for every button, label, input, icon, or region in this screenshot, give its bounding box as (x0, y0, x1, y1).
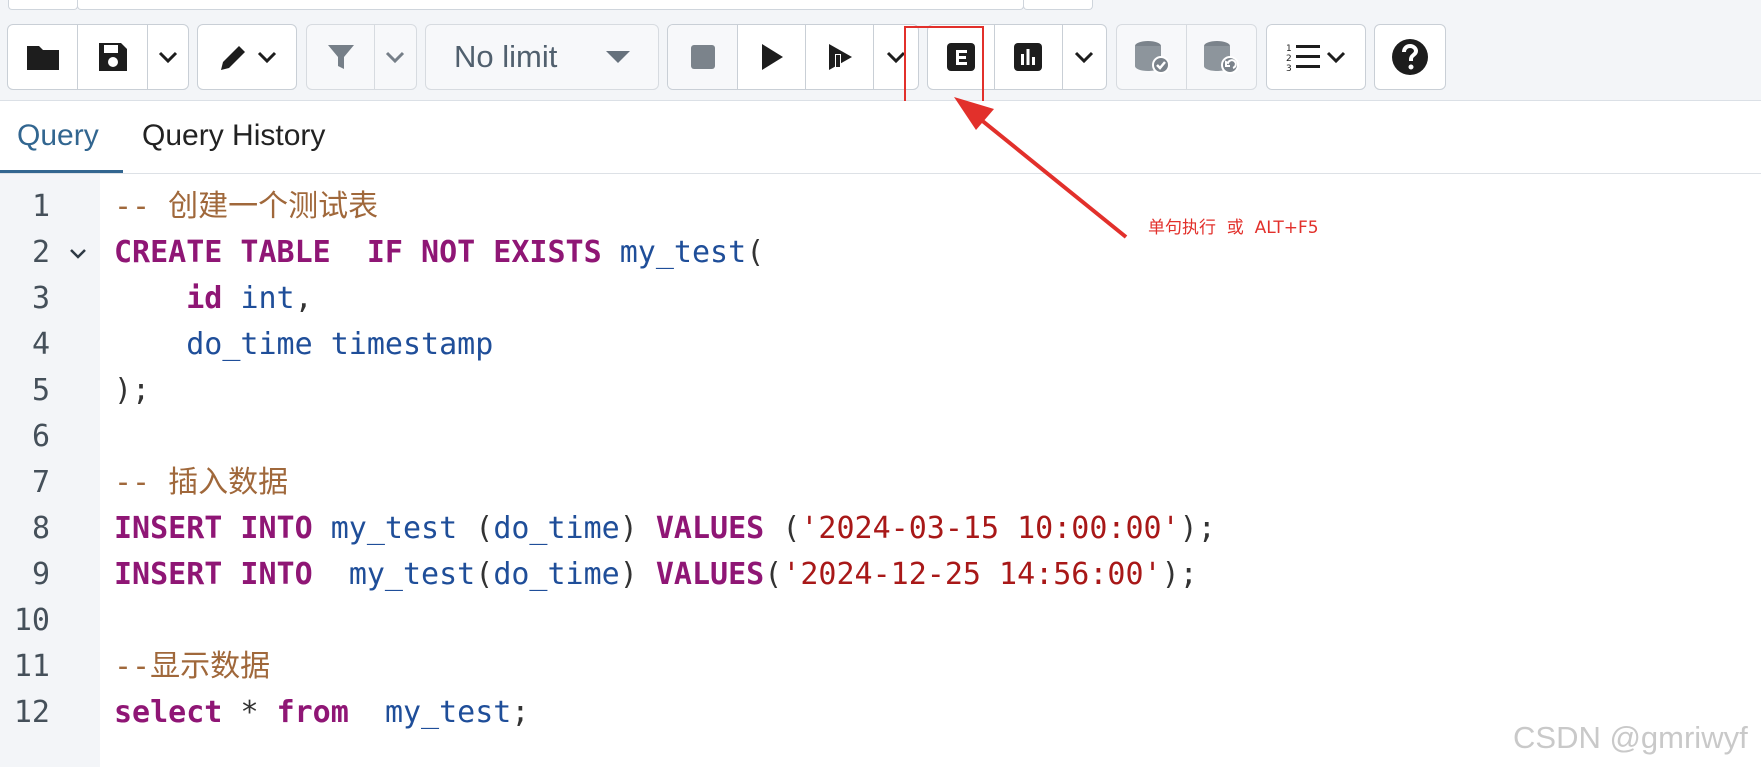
code-text: -- 创建一个测试表 (114, 189, 379, 224)
limit-select[interactable]: No limit (425, 24, 659, 90)
code-text: ); (114, 373, 151, 408)
pencil-icon (221, 46, 245, 70)
line-number: 3 (31, 281, 50, 316)
code-text: id int, (186, 281, 313, 316)
edit-group (197, 24, 297, 90)
chevron-down-icon (886, 51, 906, 64)
code-line: 7 -- 插入数据 (0, 460, 1761, 506)
stop-button[interactable] (668, 25, 738, 89)
tab-query[interactable]: Query (17, 119, 99, 153)
caret-down-icon (606, 51, 630, 63)
code-line: 6 (0, 414, 1761, 460)
annotation-text: 单句执行 或 ALT+F5 (1148, 218, 1319, 238)
limit-select-value[interactable]: No limit (426, 25, 658, 89)
execute-query-button[interactable] (806, 25, 874, 89)
top-strip-segment (77, 0, 1024, 10)
help-button[interactable] (1375, 25, 1445, 89)
sql-editor[interactable]: 1 -- 创建一个测试表 2 CREATE TABLE IF NOT EXIST… (0, 174, 1761, 767)
line-number: 5 (31, 373, 50, 408)
execute-options-button[interactable] (874, 25, 918, 89)
line-number: 7 (31, 465, 50, 500)
numbered-list-icon: 123 (1286, 44, 1320, 73)
top-strip-segment (8, 0, 78, 10)
line-number: 6 (31, 419, 50, 454)
filter-options-button[interactable] (375, 25, 415, 89)
filter-icon (327, 45, 354, 69)
query-toolbar: No limit 1 2 3 (0, 12, 1761, 101)
chevron-down-icon (385, 51, 405, 64)
limit-select-label: No limit (454, 39, 558, 74)
active-tab-indicator (0, 170, 123, 173)
line-number: 8 (31, 511, 50, 546)
chevron-down-icon (1075, 51, 1094, 64)
code-line: 5 ); (0, 368, 1761, 414)
code-line: 8 INSERT INTO my_test (do_time) VALUES (… (0, 506, 1761, 552)
code-line: 3 id int, (0, 276, 1761, 322)
tab-query-history[interactable]: Query History (142, 119, 325, 153)
chevron-down-icon (257, 51, 277, 64)
line-number: 9 (31, 557, 50, 592)
filter-group (306, 24, 417, 90)
top-strip-segment (1023, 0, 1093, 10)
save-options-button[interactable] (148, 25, 188, 89)
watermark: CSDN @gmriwyf (1513, 720, 1748, 755)
transaction-group (1116, 24, 1257, 90)
chevron-down-icon (159, 51, 178, 64)
line-number: 4 (31, 327, 50, 362)
fold-chevron-icon[interactable] (68, 230, 88, 276)
code-line: 1 -- 创建一个测试表 (0, 184, 1761, 230)
open-file-button[interactable] (8, 25, 79, 89)
commit-button[interactable] (1117, 25, 1187, 89)
code-text: -- 插入数据 (114, 465, 289, 500)
code-text: INSERT INTO my_test(do_time) VALUES('202… (114, 557, 1198, 592)
play-cursor-icon (828, 44, 852, 70)
chevron-down-icon (1326, 51, 1346, 64)
code-line: 10 (0, 598, 1761, 644)
filter-button[interactable] (307, 25, 375, 89)
macros-button[interactable]: 123 (1267, 25, 1365, 89)
execute-group (667, 24, 919, 90)
line-number: 1 (31, 189, 50, 224)
svg-text:2: 2 (1286, 54, 1292, 64)
help-group (1374, 24, 1446, 90)
code-line: 4 do_time timestamp (0, 322, 1761, 368)
database-check-icon (1134, 41, 1170, 74)
code-text: select * from my_test; (114, 695, 530, 730)
line-number: 2 (31, 235, 50, 270)
edit-button[interactable] (198, 25, 296, 89)
explain-analyze-button[interactable] (995, 25, 1063, 89)
play-icon (761, 44, 783, 70)
stop-icon (690, 45, 715, 69)
floppy-disk-icon (98, 43, 127, 71)
explain-group (927, 24, 1107, 90)
file-group (7, 24, 189, 90)
code-line: 2 CREATE TABLE IF NOT EXISTS my_test( (0, 230, 1761, 276)
code-line: 11 --显示数据 (0, 644, 1761, 690)
explain-e-icon (947, 43, 976, 71)
code-text: do_time timestamp (186, 327, 494, 362)
help-icon (1392, 39, 1428, 75)
explain-button[interactable] (928, 25, 996, 89)
code-text: CREATE TABLE IF NOT EXISTS my_test( (114, 235, 765, 270)
folder-icon (26, 46, 59, 70)
editor-tabs: Query Query History (0, 101, 1761, 174)
annotation-arrow-icon (954, 97, 1128, 239)
line-number: 10 (13, 603, 50, 638)
save-file-button[interactable] (78, 25, 149, 89)
code-text: INSERT INTO my_test (do_time) VALUES ('2… (114, 511, 1216, 546)
code-line: 9 INSERT INTO my_test(do_time) VALUES('2… (0, 552, 1761, 598)
execute-script-button[interactable] (738, 25, 806, 89)
svg-text:3: 3 (1286, 64, 1292, 73)
code-line: 12 select * from my_test; (0, 690, 1761, 736)
macros-group: 123 (1266, 24, 1366, 90)
bar-chart-icon (1014, 43, 1043, 71)
code-text: --显示数据 (114, 649, 271, 684)
database-undo-icon (1204, 41, 1239, 74)
line-number: 11 (13, 649, 50, 684)
explain-options-button[interactable] (1063, 25, 1107, 89)
rollback-button[interactable] (1187, 25, 1255, 89)
line-number: 12 (13, 695, 50, 730)
svg-text:1: 1 (1286, 44, 1292, 54)
